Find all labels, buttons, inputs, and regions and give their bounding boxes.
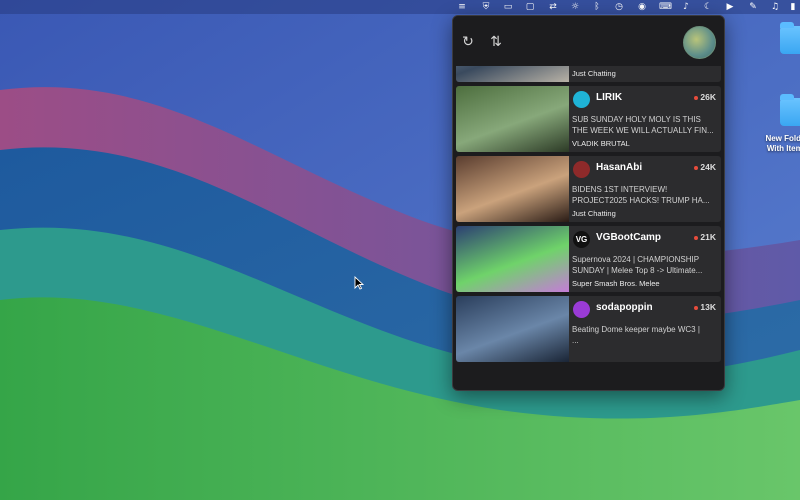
- stream-card[interactable]: VG VGBootCamp 21K Supernova 2024 | CHAMP…: [456, 226, 721, 292]
- stream-title: Beating Dome keeper maybe WC3 | ...: [572, 325, 700, 345]
- live-dot-icon: [694, 165, 699, 170]
- list-icon[interactable]: ≡: [457, 2, 467, 12]
- play-icon[interactable]: ▶: [725, 2, 735, 12]
- desktop-folder-label: ol: [780, 64, 800, 74]
- stream-thumbnail[interactable]: [456, 156, 569, 222]
- user-avatar[interactable]: [683, 26, 716, 59]
- stream-thumbnail[interactable]: [456, 296, 569, 362]
- refresh-icon: ↻: [462, 33, 474, 49]
- stream-card[interactable]: HasanAbi 24K BIDENS 1ST INTERVIEW! PROJE…: [456, 156, 721, 222]
- channel-name: HasanAbi: [596, 162, 643, 173]
- channel-avatar: [573, 161, 590, 178]
- desktop-folder-icon[interactable]: [780, 94, 800, 126]
- channel-avatar: [573, 91, 590, 108]
- channel-name: sodapoppin: [596, 302, 653, 313]
- stream-list[interactable]: zackrawrr 38K BACK AGAIN--NEWS DRAMA REA…: [456, 16, 721, 366]
- viewer-count: 24K: [694, 162, 716, 172]
- stream-category: Just Chatting: [572, 69, 616, 78]
- window-icon[interactable]: ▭: [503, 2, 513, 12]
- sort-button[interactable]: ⇅: [488, 33, 504, 49]
- sort-icon: ⇅: [490, 33, 502, 49]
- keyboard-icon[interactable]: ⌨: [659, 2, 672, 12]
- channel-name: LIRIK: [596, 92, 623, 103]
- refresh-button[interactable]: ↻: [460, 33, 476, 49]
- channel-avatar: VG: [573, 231, 590, 248]
- viewer-count: 13K: [694, 302, 716, 312]
- headphones-icon[interactable]: ♫: [770, 2, 780, 12]
- viewer-count: 21K: [694, 232, 716, 242]
- live-dot-icon: [694, 95, 699, 100]
- live-dot-icon: [694, 305, 699, 310]
- moon-icon[interactable]: ☾: [703, 2, 713, 12]
- twitch-streams-popover: zackrawrr 38K BACK AGAIN--NEWS DRAMA REA…: [452, 15, 725, 391]
- brightness-icon[interactable]: ☼: [570, 2, 580, 12]
- desktop-folder-icon[interactable]: [780, 22, 800, 54]
- stream-category: Super Smash Bros. Melee: [572, 279, 660, 288]
- stream-category: Just Chatting: [572, 209, 616, 218]
- desktop-folder-label: New Folder With Items: [765, 134, 800, 153]
- stream-title: Supernova 2024 | CHAMPIONSHIP SUNDAY | M…: [572, 255, 703, 275]
- channel-name: VGBootCamp: [596, 232, 661, 243]
- shield-icon[interactable]: ⛨: [481, 2, 491, 12]
- viewer-count: 26K: [694, 92, 716, 102]
- display-icon[interactable]: ▢: [525, 2, 535, 12]
- siri-icon[interactable]: ◉: [637, 2, 647, 12]
- panel-header: ↻ ⇅: [453, 16, 724, 66]
- stream-card[interactable]: sodapoppin 13K Beating Dome keeper maybe…: [456, 296, 721, 362]
- bluetooth-icon[interactable]: ᛒ: [592, 2, 602, 12]
- history-icon[interactable]: ◷: [614, 2, 624, 12]
- mouse-cursor-icon: [354, 276, 364, 290]
- channel-avatar: [573, 301, 590, 318]
- network-icon[interactable]: ⇄: [548, 2, 558, 12]
- stream-category: VLADIK BRUTAL: [572, 139, 630, 148]
- menu-bar: ≡ ⛨ ▭ ▢ ⇄ ☼ ᛒ ◷ ◉ ⌨ ♪ ☾ ▶ ✎ ♫ ▮: [0, 0, 800, 14]
- bell-icon[interactable]: ♪: [681, 2, 691, 12]
- live-dot-icon: [694, 235, 699, 240]
- edit-icon[interactable]: ✎: [748, 2, 758, 12]
- stream-thumbnail[interactable]: [456, 86, 569, 152]
- stream-card[interactable]: LIRIK 26K SUB SUNDAY HOLY MOLY IS THIS T…: [456, 86, 721, 152]
- stream-thumbnail[interactable]: [456, 226, 569, 292]
- battery-icon[interactable]: ▮: [788, 2, 798, 12]
- stream-title: SUB SUNDAY HOLY MOLY IS THIS THE WEEK WE…: [572, 115, 714, 135]
- stream-title: BIDENS 1ST INTERVIEW! PROJECT2025 HACKS!…: [572, 185, 710, 205]
